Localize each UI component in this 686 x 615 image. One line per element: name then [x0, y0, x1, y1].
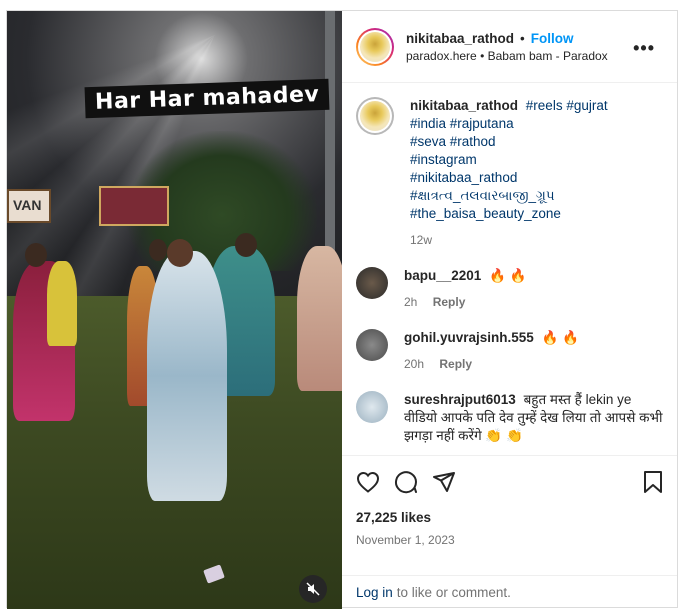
- commenter-avatar[interactable]: [356, 391, 388, 423]
- comment-item: bapu__2201 🔥 🔥 2h Reply: [356, 267, 663, 311]
- save-icon: [644, 470, 662, 493]
- post-actions: 27,225 likes November 1, 2023: [342, 455, 677, 575]
- audio-link[interactable]: Babam bam - Paradox: [488, 49, 608, 63]
- dancer-center: [147, 251, 227, 501]
- caption-username[interactable]: nikitabaa_rathod: [410, 98, 518, 113]
- login-prompt: Log in to like or comment.: [342, 575, 677, 609]
- hashtag-line[interactable]: #reels #gujrat: [526, 98, 608, 113]
- light-pole: [325, 11, 335, 281]
- reply-button[interactable]: Reply: [439, 357, 472, 371]
- comment-meta: 2h Reply: [404, 293, 526, 311]
- comment-text: 🔥 🔥: [541, 330, 579, 345]
- post-frame: VAN Har Har mahadev nikitabaa_rathod • F…: [6, 10, 678, 609]
- login-text: to like or comment.: [396, 585, 511, 600]
- comment-age: 20h: [404, 357, 425, 371]
- mute-icon: [306, 582, 320, 596]
- caption-hashtags: #reels #gujrat #india #rajputana #seva #…: [410, 98, 608, 223]
- login-link[interactable]: Log in: [356, 585, 393, 600]
- hashtag-line[interactable]: #nikitabaa_rathod: [410, 169, 608, 187]
- stall: [99, 186, 169, 226]
- comment-item: gohil.yuvrajsinh.555 🔥 🔥 20h Reply: [356, 329, 663, 373]
- hashtag-line[interactable]: #instagram: [410, 151, 608, 169]
- author-avatar[interactable]: [356, 27, 394, 66]
- commenter-avatar[interactable]: [356, 267, 388, 299]
- comment-icon: [395, 470, 417, 493]
- post-panel: nikitabaa_rathod • Follow paradox.here •…: [342, 11, 677, 609]
- hashtag-line[interactable]: #seva #rathod: [410, 133, 608, 151]
- like-button[interactable]: [356, 471, 380, 498]
- post-date: November 1, 2023: [356, 533, 455, 547]
- post-video[interactable]: VAN Har Har mahadev: [7, 11, 342, 609]
- author-username[interactable]: nikitabaa_rathod: [406, 31, 514, 46]
- separator-dot: •: [520, 30, 525, 46]
- dancer-yellow: [47, 261, 77, 346]
- post-caption: nikitabaa_rathod #reels #gujrat #india #…: [356, 97, 663, 249]
- heart-icon: [356, 471, 380, 493]
- dancer-right: [297, 246, 342, 391]
- comment-meta: 20h Reply: [404, 355, 579, 373]
- comment-age: 2h: [404, 295, 418, 309]
- mute-button[interactable]: [299, 575, 327, 603]
- share-button[interactable]: [432, 470, 456, 499]
- more-options-icon[interactable]: •••: [633, 38, 655, 59]
- comment-username[interactable]: bapu__2201: [404, 268, 481, 283]
- dancer-green-head: [235, 233, 257, 257]
- save-button[interactable]: [643, 470, 663, 499]
- comment-text: 🔥 🔥: [489, 268, 527, 283]
- like-count[interactable]: 27,225 likes: [356, 510, 663, 525]
- dancer-orange-head: [149, 239, 167, 261]
- comments-list[interactable]: nikitabaa_rathod #reels #gujrat #india #…: [342, 83, 677, 455]
- caption-meta: 12w: [410, 231, 608, 249]
- commenter-avatar[interactable]: [356, 329, 388, 361]
- reply-button[interactable]: Reply: [433, 295, 466, 309]
- share-icon: [433, 471, 455, 492]
- separator-dot: •: [480, 48, 488, 63]
- follow-button[interactable]: Follow: [531, 31, 574, 46]
- hashtag-line[interactable]: #ક્ષાત્રત્વ_તલવારબાજી_ગ્રૂપ: [410, 187, 608, 205]
- comment-button[interactable]: [394, 470, 418, 499]
- dancer-center-head: [167, 239, 193, 267]
- caption-age: 12w: [410, 233, 433, 247]
- comment-item: sureshrajput6013 बहुत मस्त हैं lekin ye …: [356, 391, 663, 445]
- shop-sign: VAN: [7, 189, 51, 223]
- hashtag-line[interactable]: #india #rajputana: [410, 115, 608, 133]
- post-subtitle: paradox.here • Babam bam - Paradox: [406, 49, 663, 63]
- dancer-left-head: [25, 243, 47, 267]
- caption-avatar[interactable]: [356, 97, 394, 135]
- hashtag-line[interactable]: #the_baisa_beauty_zone: [410, 205, 608, 223]
- comment-username[interactable]: sureshrajput6013: [404, 392, 516, 407]
- location-link[interactable]: paradox.here: [406, 49, 477, 63]
- post-header: nikitabaa_rathod • Follow paradox.here •…: [342, 11, 677, 83]
- comment-username[interactable]: gohil.yuvrajsinh.555: [404, 330, 534, 345]
